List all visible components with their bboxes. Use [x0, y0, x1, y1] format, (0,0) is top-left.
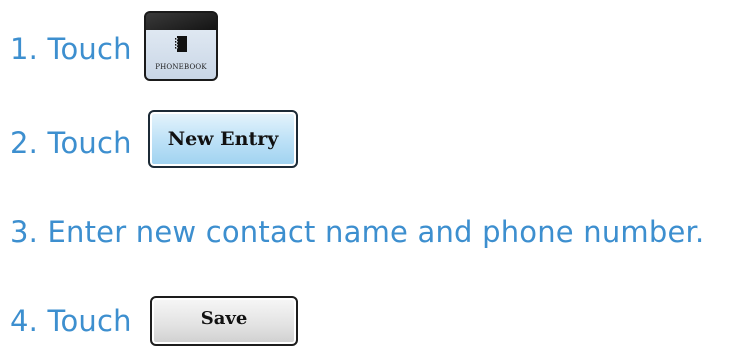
- save-button[interactable]: Save: [150, 296, 298, 346]
- phonebook-app-icon[interactable]: PHONEBOOK: [144, 11, 218, 81]
- phonebook-caption: PHONEBOOK: [155, 63, 207, 71]
- address-book-icon: [175, 36, 187, 52]
- step-1-text: 1. Touch: [10, 32, 132, 66]
- icon-sheen: [146, 13, 216, 31]
- step-4-text: 4. Touch: [10, 304, 132, 338]
- step-3-text: 3. Enter new contact name and phone numb…: [10, 215, 705, 249]
- save-label: Save: [200, 308, 248, 329]
- new-entry-label: New Entry: [167, 128, 279, 150]
- new-entry-button[interactable]: New Entry: [148, 110, 298, 168]
- step-2-text: 2. Touch: [10, 126, 132, 160]
